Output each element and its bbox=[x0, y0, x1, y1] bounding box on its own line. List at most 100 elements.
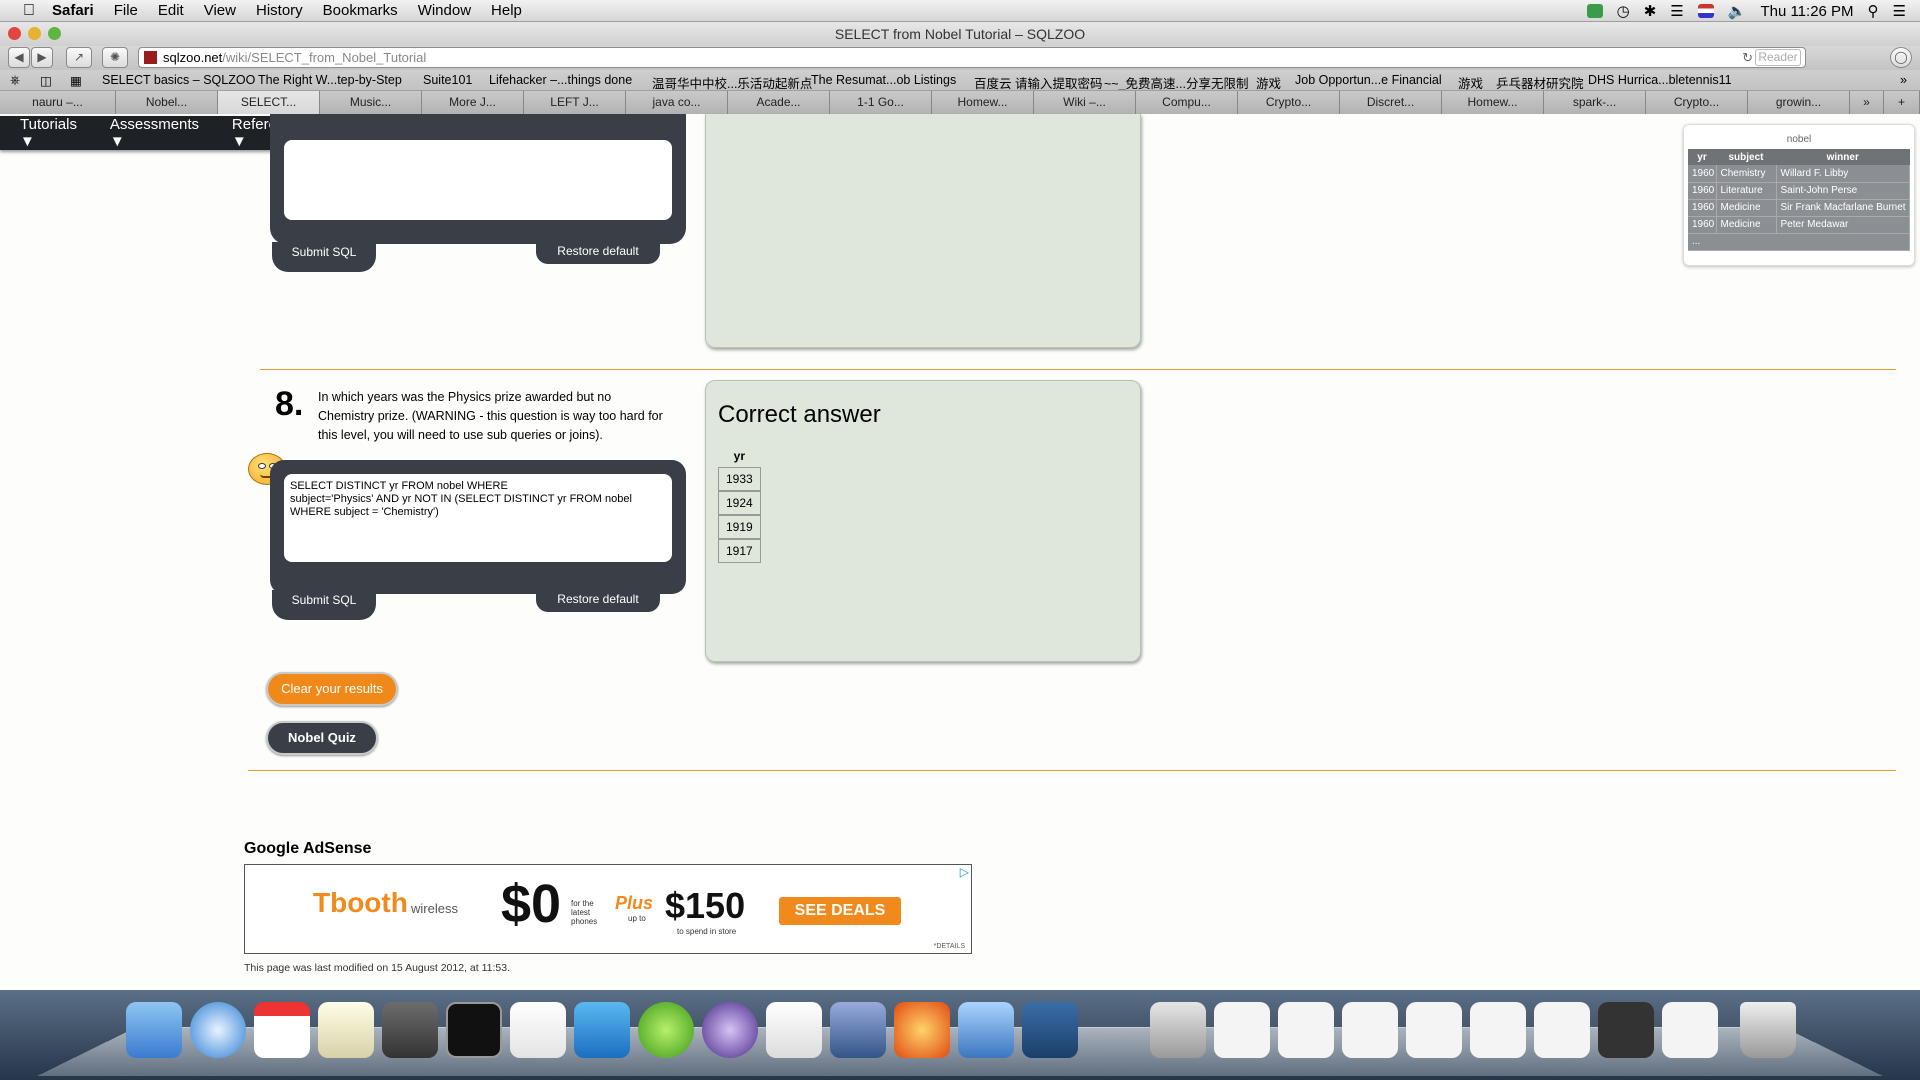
wifi-icon[interactable]: ☰ bbox=[1670, 2, 1683, 20]
forward-icon[interactable]: ▶ bbox=[31, 47, 53, 68]
share-icon[interactable]: ↗ bbox=[66, 47, 92, 68]
bookmarks-overflow-icon[interactable]: » bbox=[1900, 73, 1907, 87]
menu-edit[interactable]: Edit bbox=[158, 2, 184, 19]
tab[interactable]: Wiki –... bbox=[1034, 91, 1136, 114]
window-thumbnail[interactable] bbox=[1342, 1002, 1398, 1058]
tab-active[interactable]: SELECT... bbox=[218, 91, 320, 114]
q7-submit-button[interactable]: Submit SQL bbox=[272, 242, 376, 272]
adchoices-icon[interactable]: ▷ bbox=[960, 865, 969, 879]
bookmark-item[interactable]: DHS Hurrica...bletennis11 bbox=[1588, 73, 1732, 87]
clock[interactable]: Thu 11:26 PM bbox=[1760, 3, 1853, 20]
tab[interactable]: spark-... bbox=[1544, 91, 1646, 114]
menu-file[interactable]: File bbox=[114, 2, 138, 19]
document-icon[interactable] bbox=[1150, 1002, 1206, 1058]
bookmark-item[interactable]: Job Opportun...e Financial bbox=[1295, 73, 1442, 87]
tab[interactable]: Nobel... bbox=[116, 91, 218, 114]
window-thumbnail[interactable] bbox=[1278, 1002, 1334, 1058]
bookmark-item[interactable]: 游戏 bbox=[1256, 73, 1281, 90]
notification-icon[interactable]: ☰ bbox=[1893, 2, 1906, 20]
sync-icon[interactable] bbox=[1586, 4, 1603, 18]
bookmark-item[interactable]: Lifehacker –...things done bbox=[489, 73, 632, 87]
menu-history[interactable]: History bbox=[256, 2, 303, 19]
tab[interactable]: More J... bbox=[422, 91, 524, 114]
word-icon[interactable] bbox=[574, 1002, 630, 1058]
window-thumbnail[interactable] bbox=[1662, 1002, 1718, 1058]
menu-safari[interactable]: Safari bbox=[52, 2, 94, 19]
nav-tutorials[interactable]: Tutorials ▼ bbox=[20, 116, 96, 150]
bookmark-item[interactable]: The Right W...tep-by-Step bbox=[258, 73, 402, 87]
textwrangler-icon[interactable] bbox=[830, 1002, 886, 1058]
tab[interactable]: 1-1 Go... bbox=[830, 91, 932, 114]
acrobat-icon[interactable] bbox=[510, 1002, 566, 1058]
tab[interactable]: growin... bbox=[1748, 91, 1850, 114]
q8-submit-button[interactable]: Submit SQL bbox=[272, 590, 376, 620]
tab[interactable]: nauru –... bbox=[0, 91, 116, 114]
window-thumbnail[interactable] bbox=[1214, 1002, 1270, 1058]
window-thumbnail[interactable] bbox=[1470, 1002, 1526, 1058]
q8-sql-textarea[interactable]: SELECT DISTINCT yr FROM nobel WHERE subj… bbox=[284, 474, 672, 562]
safari-icon[interactable] bbox=[190, 1002, 246, 1058]
time-machine-icon[interactable]: ◷ bbox=[1617, 2, 1630, 20]
bookmark-item[interactable]: The Resumat...ob Listings bbox=[811, 73, 956, 87]
reload-icon[interactable]: ↻ bbox=[1742, 48, 1753, 67]
bookmark-item[interactable]: 游戏 bbox=[1458, 73, 1483, 90]
bookmark-item[interactable]: 温哥华中中校...乐活动起新点 bbox=[652, 73, 812, 90]
calendar-icon[interactable] bbox=[254, 1002, 310, 1058]
ad-banner[interactable]: ▷ Tbooth wireless $0 for the latest phon… bbox=[244, 864, 972, 954]
q7-restore-button[interactable]: Restore default bbox=[536, 242, 660, 264]
bookmark-item[interactable]: ~~_免费高速...分享无限制 bbox=[1104, 73, 1248, 90]
bookmarks-icon[interactable]: ◫ bbox=[40, 73, 52, 88]
tab[interactable]: LEFT J... bbox=[524, 91, 626, 114]
clear-results-button[interactable]: Clear your results bbox=[266, 672, 398, 706]
nobel-quiz-button[interactable]: Nobel Quiz bbox=[266, 721, 378, 755]
tab[interactable]: Discret... bbox=[1340, 91, 1442, 114]
ad-cta-button[interactable]: SEE DEALS bbox=[779, 897, 901, 925]
json-editor-icon[interactable] bbox=[638, 1002, 694, 1058]
trash-icon[interactable] bbox=[1740, 1002, 1796, 1058]
new-tab-icon[interactable]: + bbox=[1884, 91, 1920, 114]
back-icon[interactable]: ◀ bbox=[8, 47, 30, 68]
menu-view[interactable]: View bbox=[204, 2, 236, 19]
sublime-icon[interactable] bbox=[382, 1002, 438, 1058]
nav-assessments[interactable]: Assessments ▼ bbox=[110, 116, 218, 150]
finder-icon[interactable] bbox=[126, 1002, 182, 1058]
tabs-overflow-icon[interactable]: » bbox=[1850, 91, 1884, 114]
java-icon[interactable] bbox=[766, 1002, 822, 1058]
textedit-icon[interactable] bbox=[318, 1002, 374, 1058]
volume-icon[interactable]: 🔈 bbox=[1728, 2, 1747, 20]
flag-icon[interactable] bbox=[1697, 4, 1714, 18]
downloads-icon[interactable]: ◯ bbox=[1890, 47, 1912, 68]
terminal-icon[interactable] bbox=[446, 1002, 502, 1058]
window-thumbnail[interactable] bbox=[1406, 1002, 1462, 1058]
window-thumbnail[interactable] bbox=[1534, 1002, 1590, 1058]
bookmark-item[interactable]: 乒乓器材研究院 bbox=[1496, 73, 1584, 90]
close-icon[interactable] bbox=[8, 27, 21, 40]
ad-details[interactable]: *DETAILS bbox=[934, 943, 965, 950]
mysql-workbench-icon[interactable] bbox=[1022, 1002, 1078, 1058]
spotlight-icon[interactable]: ⚲ bbox=[1868, 2, 1879, 20]
bookmark-item[interactable]: SELECT basics – SQLZOO bbox=[102, 73, 255, 87]
tab[interactable]: Homew... bbox=[932, 91, 1034, 114]
extension-icon[interactable]: ✺ bbox=[102, 47, 128, 68]
tab[interactable]: Acade... bbox=[728, 91, 830, 114]
menu-help[interactable]: Help bbox=[491, 2, 522, 19]
tab[interactable]: Compu... bbox=[1136, 91, 1238, 114]
tab[interactable]: java co... bbox=[626, 91, 728, 114]
q7-sql-textarea[interactable] bbox=[284, 140, 672, 220]
tab[interactable]: Crypto... bbox=[1238, 91, 1340, 114]
top-sites-icon[interactable]: ▦ bbox=[70, 73, 82, 88]
audacity-icon[interactable] bbox=[894, 1002, 950, 1058]
apple-icon[interactable]:  bbox=[18, 2, 40, 20]
bookmark-item[interactable]: 百度云 请输入提取密码 bbox=[974, 73, 1102, 90]
reading-list-icon[interactable]: ⎈ bbox=[10, 73, 20, 88]
menu-bookmarks[interactable]: Bookmarks bbox=[323, 2, 398, 19]
xcode-icon[interactable] bbox=[958, 1002, 1014, 1058]
bluetooth-icon[interactable]: ✱ bbox=[1644, 2, 1657, 20]
tab[interactable]: Crypto... bbox=[1646, 91, 1748, 114]
reader-button[interactable]: Reader bbox=[1755, 49, 1801, 66]
zoom-icon[interactable] bbox=[48, 27, 61, 40]
menu-window[interactable]: Window bbox=[418, 2, 471, 19]
tab[interactable]: Music... bbox=[320, 91, 422, 114]
eclipse-icon[interactable] bbox=[702, 1002, 758, 1058]
q8-restore-button[interactable]: Restore default bbox=[536, 590, 660, 612]
